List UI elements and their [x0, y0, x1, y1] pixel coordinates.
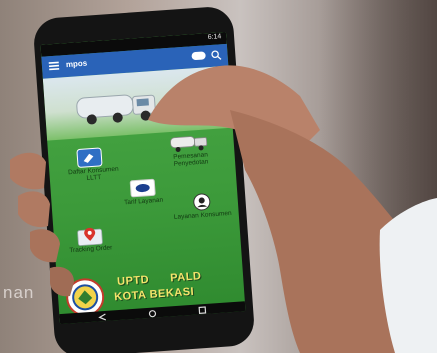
- hand: [10, 65, 437, 353]
- photo-scene: nan 6:14 mpos Daftar Konsumen LLTT Pemes…: [0, 0, 437, 353]
